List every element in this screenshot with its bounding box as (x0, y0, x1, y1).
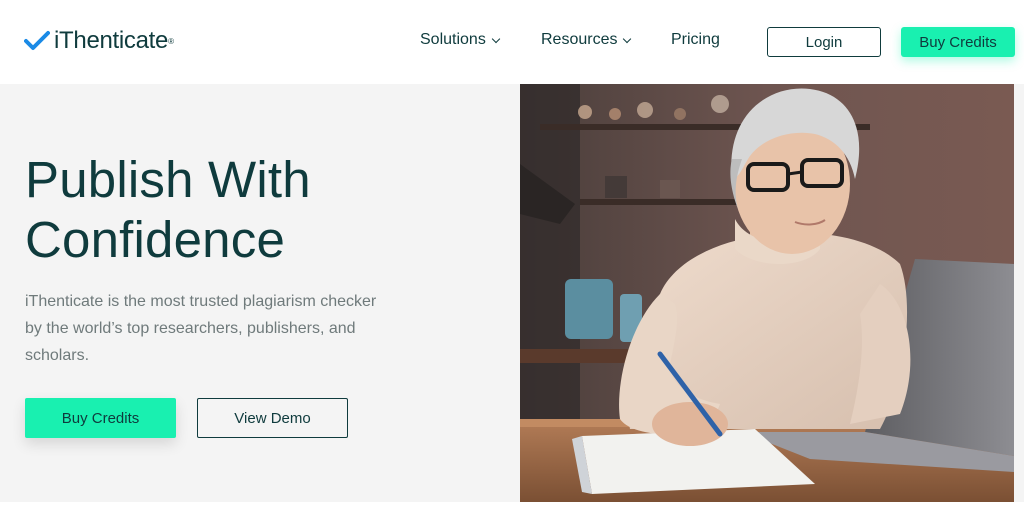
nav-pricing[interactable]: Pricing (671, 31, 720, 49)
registered-mark: ® (168, 36, 175, 46)
hero-title: Publish With Confidence (25, 150, 495, 270)
bottom-strip (0, 502, 1024, 514)
top-nav: iThenticate ® Solutions Resources Pricing… (0, 0, 1024, 84)
chevron-down-icon (491, 34, 501, 43)
buy-credits-nav-button[interactable]: Buy Credits (901, 27, 1015, 57)
ithenticate-logo[interactable]: iThenticate ® (24, 26, 174, 56)
nav-resources[interactable]: Resources (541, 31, 632, 49)
hero-photo (520, 84, 1014, 503)
nav-solutions[interactable]: Solutions (420, 31, 501, 49)
view-demo-button[interactable]: View Demo (197, 398, 348, 438)
buy-credits-hero-button[interactable]: Buy Credits (25, 398, 176, 438)
nav-resources-label: Resources (541, 31, 618, 48)
nav-pricing-label: Pricing (671, 31, 720, 48)
woman-writing-at-laptop-photo (520, 84, 1014, 503)
hero-subtitle: iThenticate is the most trusted plagiari… (25, 293, 377, 364)
login-button[interactable]: Login (767, 27, 881, 57)
nav-solutions-label: Solutions (420, 31, 486, 48)
chevron-down-icon (623, 34, 632, 43)
hero-title-line1: Publish With (25, 151, 311, 208)
logo-text: iThenticate (54, 27, 169, 54)
hero-title-line2: Confidence (25, 211, 286, 268)
checkmark-icon (24, 31, 50, 50)
